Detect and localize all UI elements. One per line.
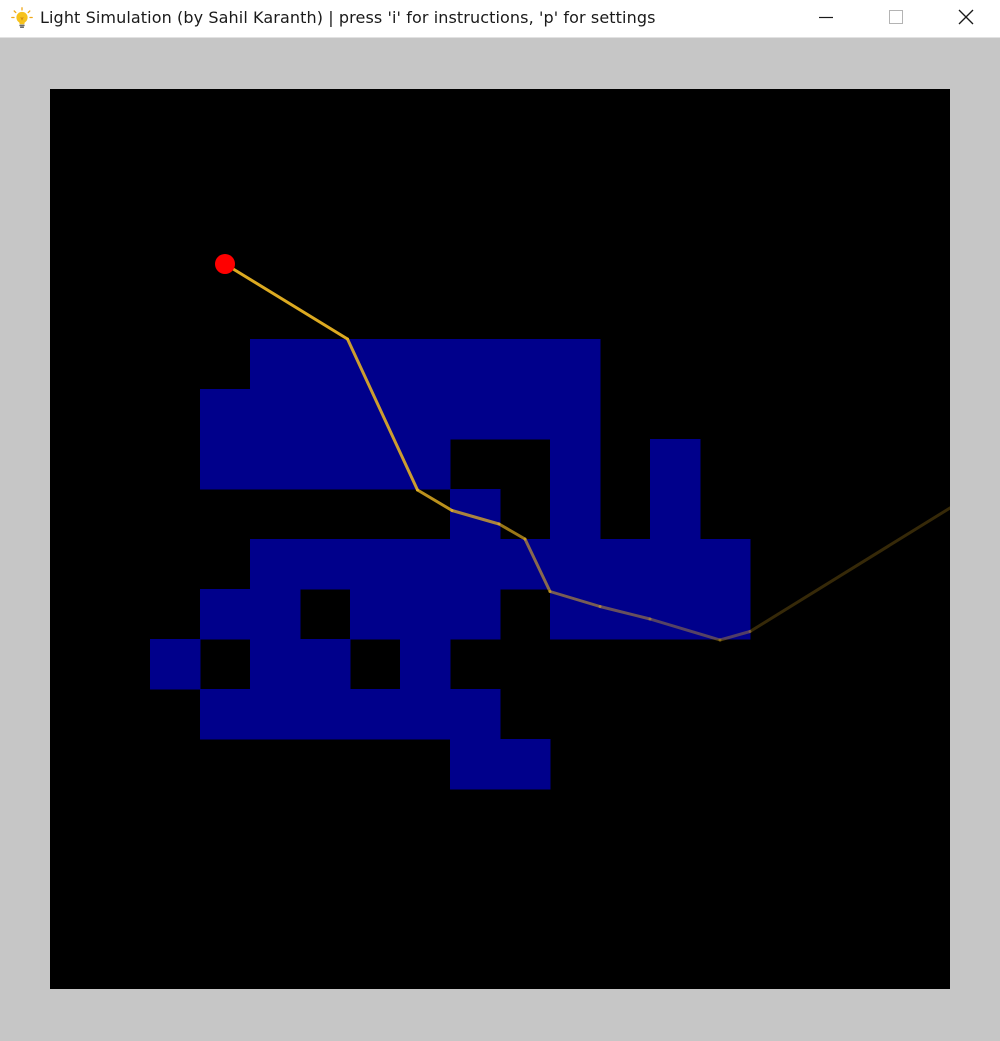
medium-cell xyxy=(200,439,251,490)
medium-cell xyxy=(500,339,551,390)
medium-cell xyxy=(400,389,451,440)
medium-cell xyxy=(200,689,251,740)
medium-cell xyxy=(550,439,601,490)
medium-cell xyxy=(650,539,701,590)
medium-cell xyxy=(500,539,551,590)
medium-cell xyxy=(400,439,451,490)
medium-cell xyxy=(650,489,701,540)
window-title: Light Simulation (by Sahil Karanth) | pr… xyxy=(40,8,656,27)
light-source[interactable] xyxy=(215,254,235,274)
app-window: Light Simulation (by Sahil Karanth) | pr… xyxy=(0,0,1000,1041)
medium-cell xyxy=(450,739,501,790)
background-window-text xyxy=(92,1033,322,1041)
medium-cell xyxy=(250,539,301,590)
medium-cell xyxy=(200,589,251,640)
medium-cell xyxy=(400,589,451,640)
medium-cell xyxy=(300,439,351,490)
medium-cell xyxy=(250,639,301,690)
medium-cell xyxy=(450,489,501,540)
medium-cell xyxy=(400,339,451,390)
medium-cell xyxy=(600,539,651,590)
medium-cell xyxy=(350,539,401,590)
medium-cell xyxy=(300,389,351,440)
medium-cell xyxy=(400,539,451,590)
medium-cell xyxy=(450,539,501,590)
close-icon xyxy=(958,9,974,25)
medium-cell xyxy=(400,639,451,690)
close-button[interactable] xyxy=(931,0,1000,34)
medium-cell xyxy=(500,389,551,440)
maximize-icon xyxy=(889,10,903,24)
medium-cell xyxy=(450,389,501,440)
medium-cell xyxy=(300,539,351,590)
minimize-icon xyxy=(819,16,833,19)
medium-cell xyxy=(550,589,601,640)
medium-cell xyxy=(500,739,551,790)
medium-cell xyxy=(350,689,401,740)
medium-cell xyxy=(350,439,401,490)
medium-cell xyxy=(350,589,401,640)
light-source-group xyxy=(215,254,235,274)
medium-cell xyxy=(700,539,751,590)
medium-cell xyxy=(300,689,351,740)
title-bar[interactable]: Light Simulation (by Sahil Karanth) | pr… xyxy=(0,0,1000,38)
minimize-button[interactable] xyxy=(791,0,861,34)
medium-cell xyxy=(450,339,501,390)
medium-cell xyxy=(300,339,351,390)
medium-cell xyxy=(400,689,451,740)
medium-cell xyxy=(250,439,301,490)
medium-cell xyxy=(250,689,301,740)
medium-cell xyxy=(150,639,201,690)
medium-cell xyxy=(650,439,701,490)
lightbulb-icon xyxy=(11,7,33,28)
medium-cell xyxy=(550,339,601,390)
medium-cell xyxy=(450,589,501,640)
simulation-svg xyxy=(50,89,950,989)
simulation-canvas[interactable] xyxy=(50,89,950,989)
medium-cell xyxy=(550,539,601,590)
medium-cell xyxy=(550,489,601,540)
medium-cell xyxy=(550,389,601,440)
medium-cell xyxy=(450,689,501,740)
medium-cell xyxy=(250,589,301,640)
medium-cell xyxy=(250,389,301,440)
maximize-button[interactable] xyxy=(861,0,931,34)
medium-cell xyxy=(250,339,301,390)
medium-cell xyxy=(700,589,751,640)
medium-cell xyxy=(300,639,351,690)
medium-cell xyxy=(200,389,251,440)
